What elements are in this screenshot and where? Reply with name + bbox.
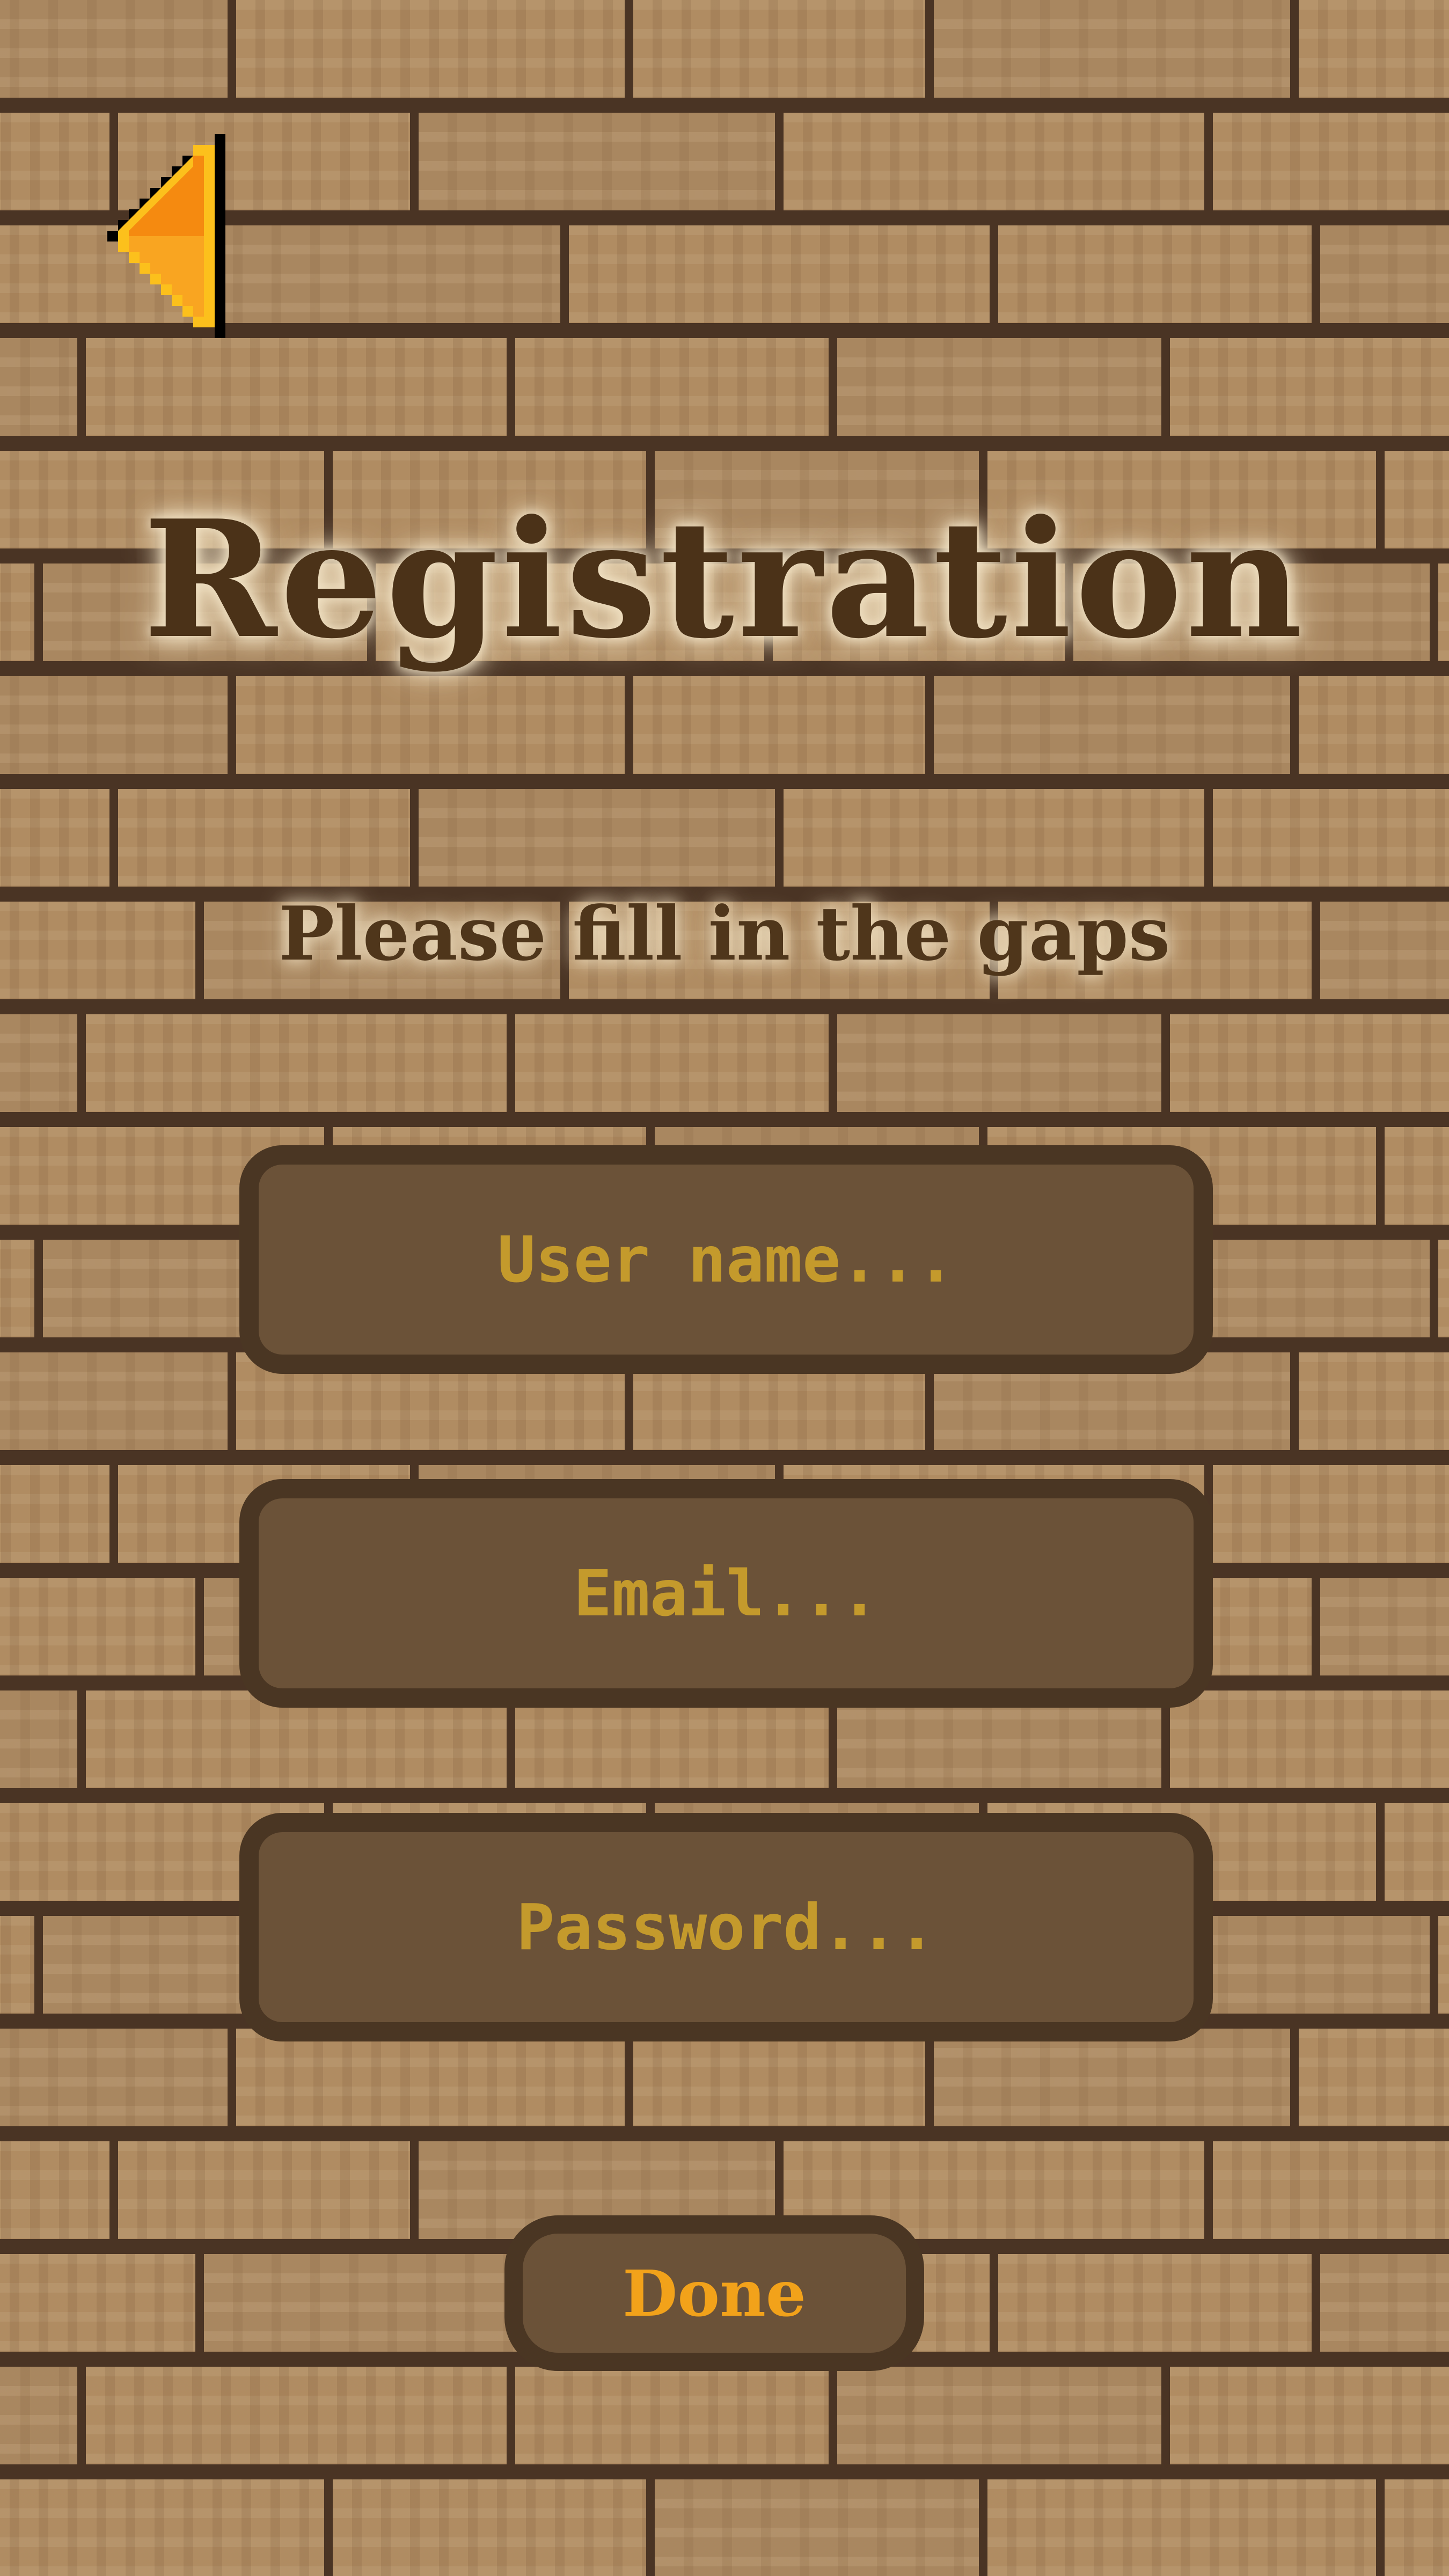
password-field[interactable] xyxy=(239,1813,1213,2041)
brick xyxy=(1320,225,1449,331)
brick xyxy=(633,2029,934,2134)
brick xyxy=(0,1578,204,1683)
brick xyxy=(1213,1465,1449,1570)
brick xyxy=(998,2254,1320,2359)
brick xyxy=(633,676,934,781)
brick xyxy=(0,2254,204,2359)
done-button-label: Done xyxy=(623,2256,806,2331)
brick xyxy=(633,0,934,105)
brick xyxy=(1320,2254,1449,2359)
email-input[interactable] xyxy=(259,1498,1194,1688)
brick xyxy=(837,1014,1170,1119)
brick xyxy=(1299,0,1449,105)
brick xyxy=(837,2367,1170,2472)
brick xyxy=(569,225,998,331)
brick xyxy=(987,2479,1385,2576)
brick-row xyxy=(0,338,1449,443)
email-field[interactable] xyxy=(239,1479,1213,1708)
brick xyxy=(784,113,1213,218)
brick-row xyxy=(0,789,1449,894)
brick xyxy=(1299,676,1449,781)
brick xyxy=(236,2029,633,2134)
brick xyxy=(0,0,236,105)
brick xyxy=(934,676,1299,781)
back-button[interactable] xyxy=(75,133,225,339)
brick xyxy=(0,1352,236,1458)
brick xyxy=(1438,1916,1449,2021)
brick xyxy=(1385,1803,1449,1908)
brick xyxy=(0,338,86,443)
brick xyxy=(0,2141,118,2246)
page-subtitle: Please fill in the gaps xyxy=(279,890,1170,977)
brick xyxy=(0,2479,333,2576)
brick xyxy=(0,1916,43,2021)
page-title: Registration xyxy=(143,485,1306,674)
brick-row xyxy=(0,0,1449,105)
brick xyxy=(86,1014,515,1119)
password-input[interactable] xyxy=(259,1832,1194,2022)
brick xyxy=(515,2367,837,2472)
brick xyxy=(0,1690,86,1796)
brick xyxy=(0,1240,43,1345)
brick xyxy=(419,113,784,218)
brick xyxy=(0,2367,86,2472)
brick xyxy=(934,0,1299,105)
brick-row xyxy=(0,2479,1449,2576)
arrow-left-icon xyxy=(107,134,225,338)
brick xyxy=(333,2479,655,2576)
brick xyxy=(419,789,784,894)
brick xyxy=(86,2367,515,2472)
brick xyxy=(515,338,837,443)
username-field[interactable] xyxy=(239,1145,1213,1374)
brick xyxy=(1438,1240,1449,1345)
brick xyxy=(1213,113,1449,218)
brick xyxy=(86,338,515,443)
brick xyxy=(1299,2029,1449,2134)
brick xyxy=(118,2141,419,2246)
brick xyxy=(1170,2367,1449,2472)
brick xyxy=(236,0,633,105)
brick xyxy=(1170,1690,1449,1796)
done-button[interactable]: Done xyxy=(504,2215,924,2371)
brick-row xyxy=(0,1014,1449,1119)
brick xyxy=(1213,2141,1449,2246)
brick xyxy=(837,338,1170,443)
brick xyxy=(0,1465,118,1570)
brick xyxy=(998,225,1320,331)
brick xyxy=(934,2029,1299,2134)
brick xyxy=(655,2479,987,2576)
brick xyxy=(515,1014,837,1119)
brick xyxy=(0,2029,236,2134)
brick xyxy=(1170,1014,1449,1119)
brick xyxy=(1299,1352,1449,1458)
brick xyxy=(0,676,236,781)
brick xyxy=(0,1014,86,1119)
brick-row xyxy=(0,676,1449,781)
brick xyxy=(1320,1578,1449,1683)
brick xyxy=(1213,789,1449,894)
brick xyxy=(1170,338,1449,443)
brick xyxy=(784,789,1213,894)
brick-row xyxy=(0,2367,1449,2472)
brick-row xyxy=(0,2029,1449,2134)
brick xyxy=(118,789,419,894)
brick xyxy=(236,676,633,781)
brick xyxy=(0,789,118,894)
username-input[interactable] xyxy=(259,1165,1194,1355)
brick xyxy=(1385,1127,1449,1232)
brick xyxy=(204,225,569,331)
brick xyxy=(1385,2479,1449,2576)
